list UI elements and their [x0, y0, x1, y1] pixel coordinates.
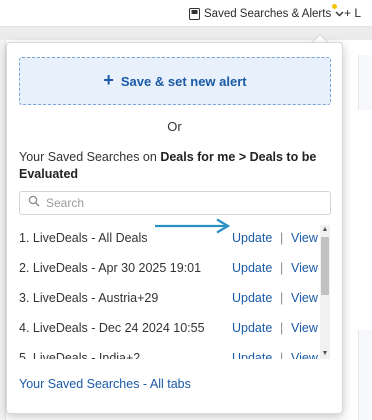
background-right-panel — [358, 55, 372, 110]
notification-dot — [332, 4, 337, 9]
saved-search-name[interactable]: 5. LiveDeals - India+2 — [19, 351, 140, 359]
bookmark-icon — [189, 8, 200, 20]
update-link[interactable]: Update — [232, 321, 272, 335]
separator: | — [280, 261, 284, 275]
separator: | — [280, 231, 284, 245]
saved-search-name[interactable]: 3. LiveDeals - Austria+29 — [19, 291, 158, 305]
heading-prefix: Your Saved Searches on — [19, 150, 161, 164]
search-field[interactable] — [19, 191, 331, 215]
save-new-alert-button[interactable]: + Save & set new alert — [19, 57, 331, 105]
update-link[interactable]: Update — [232, 231, 272, 245]
chevron-down-icon — [335, 11, 344, 17]
update-link[interactable]: Update — [232, 291, 272, 305]
saved-search-name[interactable]: 1. LiveDeals - All Deals — [19, 231, 148, 245]
top-toolbar: Saved Searches & Alerts + L — [0, 0, 372, 27]
arrow-right-icon — [155, 218, 231, 234]
view-link[interactable]: View — [291, 231, 318, 245]
saved-searches-alerts-button[interactable]: Saved Searches & Alerts — [189, 6, 344, 22]
update-link[interactable]: Update — [232, 261, 272, 275]
view-link[interactable]: View — [291, 261, 318, 275]
separator: | — [280, 321, 284, 335]
scrollbar-thumb[interactable] — [321, 237, 329, 295]
update-link[interactable]: Update — [232, 351, 272, 359]
saved-searches-list: 1. LiveDeals - All Deals Update | View 2… — [19, 223, 333, 359]
list-item: 4. LiveDeals - Dec 24 2024 10:55 Update … — [19, 313, 319, 343]
scroll-down-icon[interactable]: ▼ — [320, 349, 330, 359]
saved-search-name[interactable]: 4. LiveDeals - Dec 24 2024 10:55 — [19, 321, 205, 335]
search-input[interactable] — [46, 196, 316, 210]
separator: | — [280, 291, 284, 305]
saved-searches-heading: Your Saved Searches on Deals for me > De… — [19, 149, 329, 183]
saved-searches-dropdown: + Save & set new alert Or Your Saved Sea… — [6, 42, 343, 414]
scroll-up-icon[interactable]: ▲ — [320, 225, 330, 235]
list-item: 2. LiveDeals - Apr 30 2025 19:01 Update … — [19, 253, 319, 283]
save-new-alert-label: Save & set new alert — [120, 73, 247, 89]
saved-search-name[interactable]: 2. LiveDeals - Apr 30 2025 19:01 — [19, 261, 201, 275]
search-icon — [28, 194, 40, 212]
separator: | — [280, 351, 284, 359]
saved-searches-label: Saved Searches & Alerts — [204, 8, 332, 20]
view-link[interactable]: View — [291, 351, 318, 359]
list-scrollbar[interactable]: ▲ ▼ — [320, 225, 330, 359]
add-button[interactable]: + L — [344, 6, 361, 20]
list-item: 3. LiveDeals - Austria+29 Update | View — [19, 283, 319, 313]
list-item: 5. LiveDeals - India+2 Update | View — [19, 343, 319, 359]
view-link[interactable]: View — [291, 321, 318, 335]
all-tabs-saved-searches-link[interactable]: Your Saved Searches - All tabs — [19, 377, 191, 391]
plus-icon: + — [103, 70, 114, 90]
or-divider-text: Or — [167, 119, 182, 134]
background-right-panel-lower — [358, 330, 372, 420]
view-link[interactable]: View — [291, 291, 318, 305]
